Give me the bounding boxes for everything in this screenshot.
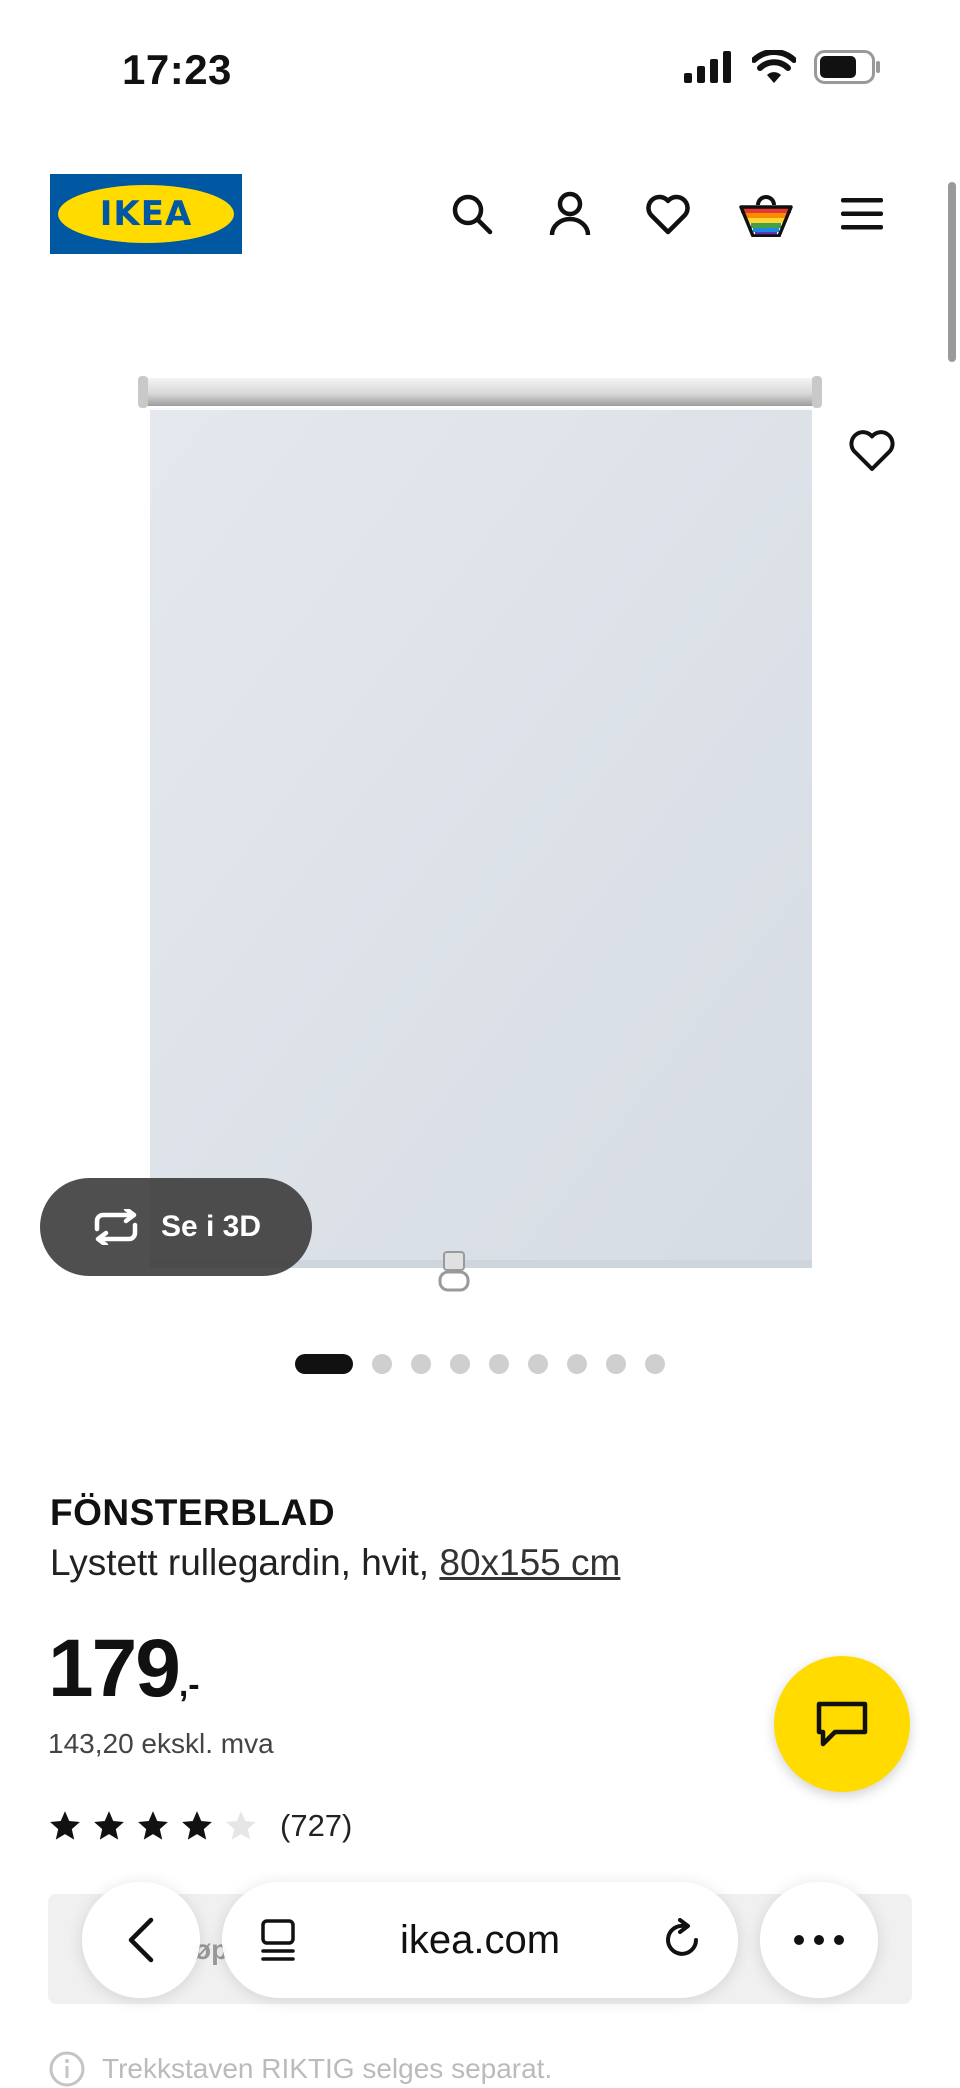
price-excluding-vat: 143,20 ekskl. mva: [48, 1728, 274, 1759]
star-filled-icon: [94, 1811, 124, 1840]
heart-icon: [849, 430, 895, 471]
price-suffix: ,-: [178, 1666, 200, 1704]
browser-address-bar[interactable]: ikea.com: [222, 1882, 738, 1998]
more-dots-icon: [794, 1935, 844, 1945]
star-empty-icon: [226, 1811, 256, 1840]
status-icons: [684, 50, 882, 84]
wifi-icon: [752, 50, 796, 83]
shopping-bag-icon: [739, 195, 793, 237]
menu-button[interactable]: [832, 184, 892, 244]
product-image-gallery[interactable]: [0, 290, 960, 1310]
account-button[interactable]: [540, 184, 600, 244]
product-description: Lystett rullegardin, hvit, 80x155 cm: [50, 1542, 620, 1584]
product-price: 179 ,-: [48, 1628, 200, 1710]
carousel-dot[interactable]: [567, 1354, 587, 1374]
product-description-text: Lystett rullegardin, hvit,: [50, 1542, 440, 1583]
view-in-3d-button[interactable]: Se i 3D: [40, 1178, 312, 1276]
battery-icon: [814, 50, 880, 84]
product-size-link[interactable]: 80x155 cm: [439, 1542, 620, 1583]
heart-icon: [646, 194, 690, 235]
star-filled-icon: [50, 1811, 80, 1840]
carousel-dot[interactable]: [450, 1354, 470, 1374]
carousel-dot[interactable]: [528, 1354, 548, 1374]
chat-button[interactable]: [774, 1656, 910, 1792]
user-icon: [549, 191, 591, 236]
ikea-logo[interactable]: IKEA: [50, 174, 242, 254]
browser-back-button[interactable]: [82, 1882, 200, 1998]
carousel-dot[interactable]: [645, 1354, 665, 1374]
logo-oval: IKEA: [58, 185, 234, 243]
carousel-dot[interactable]: [489, 1354, 509, 1374]
search-button[interactable]: [442, 184, 502, 244]
add-to-favourites-button[interactable]: [848, 428, 904, 480]
cart-button[interactable]: [736, 184, 796, 244]
star-filled-icon: [138, 1811, 168, 1840]
search-icon: [452, 194, 493, 235]
browser-more-button[interactable]: [760, 1882, 878, 1998]
product-note: Trekkstaven RIKTIG selges separat.: [48, 2050, 552, 2088]
carousel-dot[interactable]: [606, 1354, 626, 1374]
product-rating[interactable]: (727): [48, 1808, 352, 1844]
carousel-dot[interactable]: [372, 1354, 392, 1374]
cellular-signal-icon: [684, 51, 731, 83]
info-icon: [49, 2051, 85, 2087]
rotate-3d-icon: [94, 1209, 138, 1245]
image-carousel-dots: [0, 1354, 960, 1374]
status-time: 17:23: [122, 46, 232, 93]
view-in-3d-label: Se i 3D: [160, 1210, 262, 1243]
hamburger-menu-icon: [841, 198, 883, 230]
roller-blind-image: [138, 376, 822, 1292]
chat-bubble-icon: [816, 1701, 868, 1747]
star-filled-icon: [182, 1811, 212, 1840]
favourites-button[interactable]: [638, 184, 698, 244]
product-name: FÖNSTERBLAD: [50, 1492, 336, 1533]
carousel-dot-active[interactable]: [295, 1354, 353, 1374]
carousel-dot[interactable]: [411, 1354, 431, 1374]
price-integer: 179: [48, 1623, 181, 1714]
logo-text: IKEA: [99, 194, 193, 234]
product-note-text: Trekkstaven RIKTIG selges separat.: [102, 2053, 553, 2084]
review-count: (727): [280, 1808, 353, 1843]
chevron-left-icon: [128, 1917, 154, 1963]
reload-icon[interactable]: [660, 1918, 704, 1962]
